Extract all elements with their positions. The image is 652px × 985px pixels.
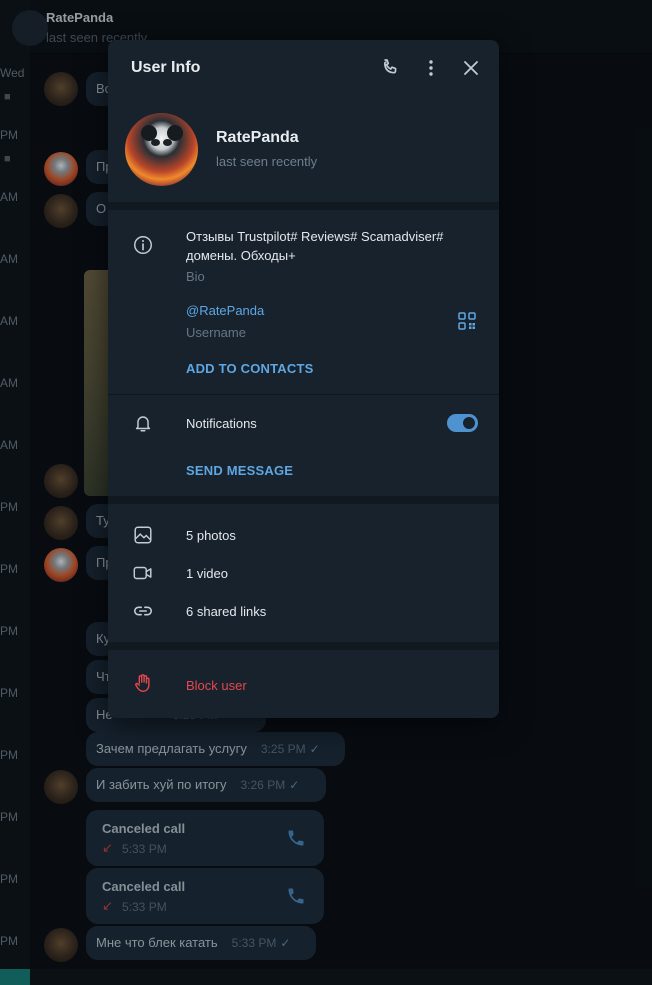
- section-divider: [108, 496, 499, 504]
- links-count: 6 shared links: [186, 604, 267, 619]
- section-divider: [108, 202, 499, 210]
- dialog-header: User Info: [108, 40, 499, 96]
- video-count: 1 video: [186, 566, 228, 581]
- block-user-label: Block user: [186, 678, 247, 693]
- separator: [108, 394, 499, 395]
- profile-status: last seen recently: [216, 154, 318, 169]
- video-row[interactable]: 1 video: [108, 554, 499, 592]
- user-info-dialog: User Info RatePanda last seen recently О…: [108, 40, 499, 718]
- close-icon: [464, 61, 478, 75]
- notifications-toggle[interactable]: [447, 414, 478, 432]
- dialog-title: User Info: [131, 59, 201, 76]
- bio-label: Bio: [186, 269, 205, 284]
- username-label: Username: [186, 325, 246, 340]
- call-button[interactable]: [379, 56, 403, 80]
- bell-icon: [132, 412, 154, 434]
- profile-section: RatePanda last seen recently: [108, 96, 499, 202]
- links-row[interactable]: 6 shared links: [108, 592, 499, 630]
- info-icon: [132, 234, 154, 256]
- hand-stop-icon: [132, 672, 154, 694]
- photos-count: 5 photos: [186, 528, 236, 543]
- profile-name: RatePanda: [216, 129, 299, 146]
- video-icon: [132, 562, 154, 584]
- close-button[interactable]: [459, 56, 483, 80]
- phone-icon: [383, 59, 397, 74]
- add-to-contacts-button[interactable]: ADD TO CONTACTS: [186, 361, 313, 376]
- block-user-row[interactable]: Block user: [108, 666, 499, 704]
- telegram-window: Wed ■ PM ■ AM AM AM AM AM PM PM PM PM PM…: [0, 0, 652, 985]
- profile-photo[interactable]: [125, 113, 198, 186]
- more-vertical-icon: [429, 60, 433, 76]
- username-link[interactable]: @RatePanda: [186, 303, 264, 318]
- photos-row[interactable]: 5 photos: [108, 516, 499, 554]
- send-message-button[interactable]: SEND MESSAGE: [186, 463, 293, 478]
- notifications-label: Notifications: [186, 416, 257, 431]
- qr-code-icon[interactable]: [458, 312, 476, 330]
- bio-text: Отзывы Trustpilot# Reviews# Scamadviser#…: [186, 229, 444, 263]
- section-divider: [108, 642, 499, 650]
- photo-icon: [132, 524, 154, 546]
- more-options-button[interactable]: [419, 56, 443, 80]
- link-icon: [132, 600, 154, 622]
